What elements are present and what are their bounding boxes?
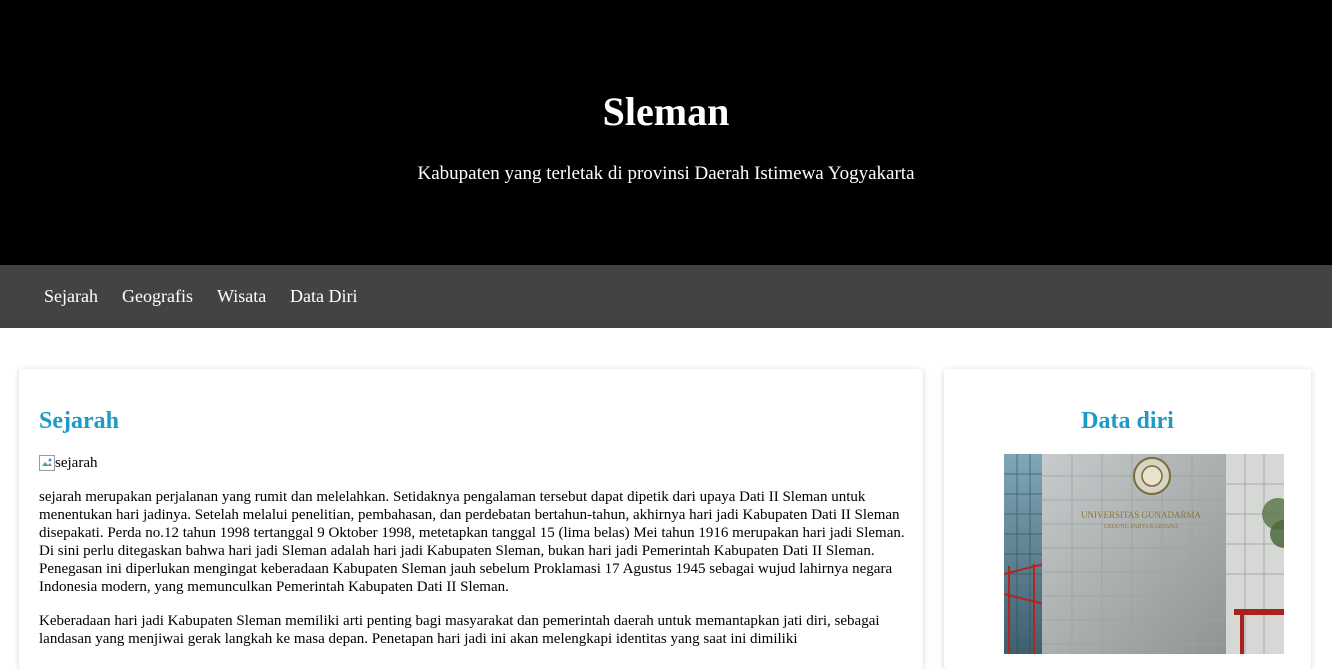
site-header: Sleman Kabupaten yang terletak di provin… xyxy=(0,0,1332,265)
body-paragraph: sejarah merupakan perjalanan yang rumit … xyxy=(39,489,905,595)
building-photo-image: UNIVERSITAS GUNADARMA GEDUNG PARTA KARTA… xyxy=(1004,454,1284,654)
nav-link-wisata[interactable]: Wisata xyxy=(217,265,266,328)
main-content-card: Sejarah sejarah sejarah merupakan perjal… xyxy=(19,369,923,669)
nav-link-data-diri[interactable]: Data Diri xyxy=(290,265,357,328)
broken-image: sejarah xyxy=(39,454,97,472)
broken-image-alt-text: sejarah xyxy=(55,455,98,471)
building-sign-line-2: GEDUNG PARTA KARTANA xyxy=(1104,524,1179,530)
body-paragraph: Keberadaan hari jadi Kabupaten Sleman me… xyxy=(39,613,880,647)
broken-image-icon xyxy=(39,455,55,471)
top-navigation: Sejarah Geografis Wisata Data Diri xyxy=(0,265,1332,328)
site-title: Sleman xyxy=(602,89,730,134)
section-heading: Sejarah xyxy=(39,408,119,434)
site-subtitle: Kabupaten yang terletak di provinsi Daer… xyxy=(417,163,915,184)
sidebar-card: Data diri UNIVERSITAS GUNADARMA GEDUNG P… xyxy=(944,369,1311,669)
building-photo: UNIVERSITAS GUNADARMA GEDUNG PARTA KARTA… xyxy=(1004,454,1284,654)
nav-link-geografis[interactable]: Geografis xyxy=(122,265,193,328)
sidebar-heading: Data diri xyxy=(1081,408,1174,434)
building-sign-line-1: UNIVERSITAS GUNADARMA xyxy=(1081,510,1202,520)
nav-link-sejarah[interactable]: Sejarah xyxy=(44,265,98,328)
